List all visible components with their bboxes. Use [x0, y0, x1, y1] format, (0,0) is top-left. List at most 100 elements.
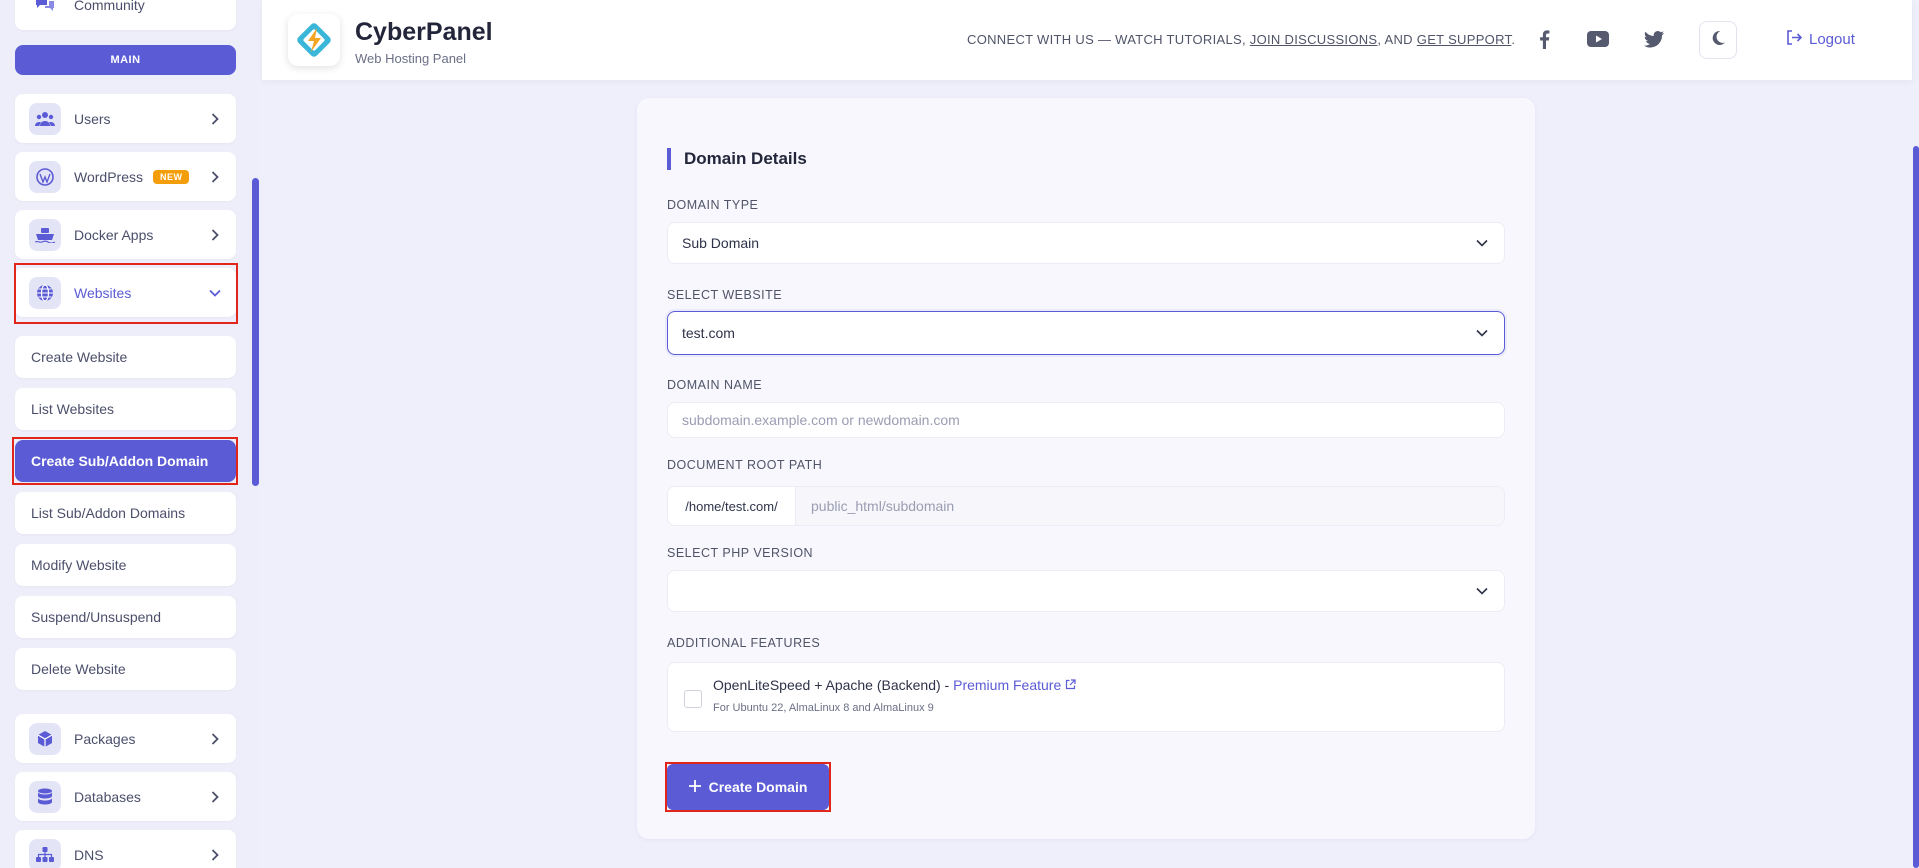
domain-type-select[interactable]: Sub Domain [667, 222, 1505, 264]
connect-mid: , AND [1377, 32, 1417, 47]
twitter-icon[interactable] [1643, 28, 1665, 50]
connect-prefix: CONNECT WITH US — WATCH TUTORIALS, [967, 32, 1250, 47]
moon-icon [1710, 30, 1726, 51]
plus-icon [688, 779, 701, 795]
sidebar-item-label: WordPress [74, 168, 143, 185]
join-discussions-link[interactable]: JOIN DISCUSSIONS [1250, 32, 1378, 47]
sub-item-modify-website[interactable]: Modify Website [15, 544, 236, 586]
chevron-right-icon [208, 790, 222, 803]
sidebar-item-label: Packages [74, 730, 136, 747]
premium-feature-link[interactable]: Premium Feature [953, 677, 1076, 693]
youtube-icon[interactable] [1587, 28, 1609, 50]
dark-mode-toggle[interactable] [1699, 21, 1737, 59]
sub-item-create-sub-addon-domain[interactable]: Create Sub/Addon Domain [15, 440, 236, 482]
section-label-main: MAIN [15, 45, 236, 75]
section-title: Domain Details [667, 148, 807, 170]
globe-icon [29, 276, 61, 309]
sidebar: Community MAIN Users WordPress NEW Docke… [0, 0, 259, 868]
sidebar-item-packages[interactable]: Packages [15, 714, 236, 763]
sidebar-item-label: Docker Apps [74, 226, 154, 243]
chevron-down-icon [1476, 239, 1488, 247]
sidebar-item-label: Databases [74, 788, 141, 805]
external-link-icon [1065, 677, 1076, 693]
dns-icon [29, 838, 61, 868]
create-domain-button[interactable]: Create Domain [667, 764, 829, 810]
sub-item-label: Delete Website [31, 661, 126, 677]
sidebar-item-label: DNS [74, 846, 104, 863]
additional-features-label: ADDITIONAL FEATURES [667, 636, 821, 650]
top-header: CyberPanel Web Hosting Panel CONNECT WIT… [262, 0, 1912, 80]
sub-item-create-website[interactable]: Create Website [15, 336, 236, 378]
chevron-down-icon [208, 289, 222, 297]
get-support-link[interactable]: GET SUPPORT [1417, 32, 1512, 47]
new-badge: NEW [152, 169, 190, 184]
wordpress-icon [29, 160, 61, 193]
domain-type-value: Sub Domain [682, 235, 760, 251]
sidebar-item-wordpress[interactable]: WordPress NEW [15, 152, 236, 201]
domain-type-label: DOMAIN TYPE [667, 198, 759, 212]
sub-item-list-sub-addon-domains[interactable]: List Sub/Addon Domains [15, 492, 236, 534]
create-domain-label: Create Domain [708, 779, 808, 795]
feature-subtitle: For Ubuntu 22, AlmaLinux 8 and AlmaLinux… [713, 702, 934, 714]
sidebar-item-label: Websites [74, 284, 132, 301]
sidebar-item-label: Users [74, 110, 111, 127]
feature-checkbox[interactable] [684, 690, 702, 708]
chevron-down-icon [1476, 329, 1488, 337]
brand-subtitle: Web Hosting Panel [355, 51, 467, 66]
sub-item-label: Create Sub/Addon Domain [31, 453, 209, 469]
sub-item-delete-website[interactable]: Delete Website [15, 648, 236, 690]
document-root-field: /home/test.com/ public_html/subdomain [667, 486, 1505, 526]
sidebar-item-users[interactable]: Users [15, 94, 236, 143]
sidebar-item-label: Community [74, 0, 145, 13]
facebook-icon[interactable] [1533, 28, 1555, 50]
chevron-right-icon [208, 170, 222, 183]
sub-item-label: Suspend/Unsuspend [31, 609, 161, 625]
logout-button[interactable]: Logout [1786, 30, 1855, 49]
sub-item-list-websites[interactable]: List Websites [15, 388, 236, 430]
package-icon [29, 722, 61, 755]
logout-label: Logout [1809, 31, 1855, 48]
document-root-input[interactable]: public_html/subdomain [796, 487, 1504, 525]
select-website-select[interactable]: test.com [667, 311, 1505, 355]
chevron-right-icon [208, 848, 222, 861]
sidebar-item-docker-apps[interactable]: Docker Apps [15, 210, 236, 259]
sidebar-item-websites[interactable]: Websites [15, 268, 236, 317]
chevron-right-icon [208, 228, 222, 241]
connect-banner: CONNECT WITH US — WATCH TUTORIALS, JOIN … [967, 32, 1515, 47]
chevron-right-icon [208, 732, 222, 745]
database-icon [29, 780, 61, 813]
sidebar-item-dns[interactable]: DNS [15, 830, 236, 868]
domain-name-label: DOMAIN NAME [667, 378, 763, 392]
feature-title-text: OpenLiteSpeed + Apache (Backend) - [713, 677, 954, 693]
document-root-prefix: /home/test.com/ [668, 487, 796, 525]
domain-name-placeholder: subdomain.example.com or newdomain.com [682, 412, 960, 428]
users-icon [29, 102, 61, 135]
cyberpanel-logo[interactable] [288, 14, 340, 66]
sub-item-suspend-unsuspend[interactable]: Suspend/Unsuspend [15, 596, 236, 638]
sub-item-label: Create Website [31, 349, 128, 365]
main-scrollbar[interactable] [1913, 146, 1919, 868]
php-version-label: SELECT PHP VERSION [667, 546, 814, 560]
sub-item-label: List Websites [31, 401, 114, 417]
domain-details-card: Domain Details DOMAIN TYPE Sub Domain SE… [637, 98, 1535, 839]
chevron-right-icon [208, 112, 222, 125]
community-icon [29, 0, 61, 14]
chevron-down-icon [1476, 587, 1488, 595]
document-root-label: DOCUMENT ROOT PATH [667, 458, 823, 472]
feature-title: OpenLiteSpeed + Apache (Backend) - Premi… [713, 677, 1076, 693]
select-website-value: test.com [682, 325, 735, 341]
sidebar-scrollbar[interactable] [252, 178, 259, 486]
sub-item-label: List Sub/Addon Domains [31, 505, 186, 521]
sidebar-item-databases[interactable]: Databases [15, 772, 236, 821]
select-website-label: SELECT WEBSITE [667, 288, 783, 302]
php-version-select[interactable] [667, 570, 1505, 612]
domain-name-input[interactable]: subdomain.example.com or newdomain.com [667, 402, 1505, 438]
sub-item-label: Modify Website [31, 557, 127, 573]
sidebar-item-community[interactable]: Community [15, 0, 236, 30]
premium-feature-label: Premium Feature [953, 677, 1062, 693]
docker-icon [29, 218, 61, 251]
document-root-placeholder: public_html/subdomain [811, 498, 955, 514]
brand-title: CyberPanel [355, 18, 493, 46]
connect-suffix: . [1511, 32, 1516, 47]
feature-option-ols-apache: OpenLiteSpeed + Apache (Backend) - Premi… [667, 662, 1505, 732]
